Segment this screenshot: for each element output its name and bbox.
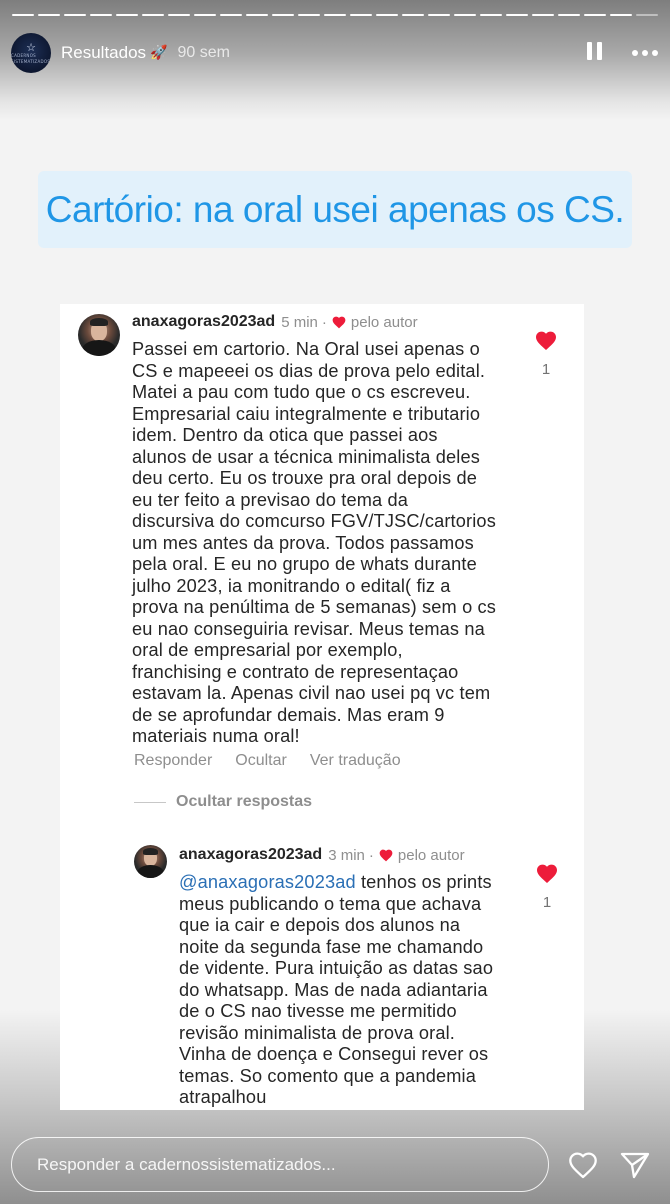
hide-replies[interactable]: Ocultar respostas: [134, 793, 312, 811]
progress-segment: [584, 14, 606, 16]
star-icon: ☆: [26, 40, 36, 54]
progress-segment: [194, 14, 216, 16]
story-header: ☆ CADERNOS SISTEMATIZADOS Resultados 🚀 9…: [11, 33, 659, 73]
progress-segment: [38, 14, 60, 16]
story-progress-bar: [12, 14, 658, 18]
heart-outline-icon[interactable]: [567, 1150, 599, 1180]
story-reply-input[interactable]: Responder a cadernossistematizados...: [11, 1137, 549, 1192]
author-label: pelo autor: [350, 313, 418, 331]
heart-icon[interactable]: [535, 862, 559, 884]
comment-username: anaxagoras2023ad: [132, 313, 276, 330]
progress-segment: [428, 14, 450, 16]
story-caption: Cartório: na oral usei apenas os CS.: [45, 188, 625, 230]
more-icon[interactable]: [629, 42, 661, 64]
reply-meta: anaxagoras2023ad 3 min · pelo autor: [179, 846, 465, 864]
progress-segment: [168, 14, 190, 16]
progress-segment: [116, 14, 138, 16]
profile-avatar[interactable]: ☆ CADERNOS SISTEMATIZADOS: [11, 33, 51, 73]
hide-replies-label: Ocultar respostas: [176, 793, 313, 810]
progress-segment: [480, 14, 502, 16]
comment-meta: anaxagoras2023ad 5 min · pelo autor: [132, 313, 418, 331]
rocket-icon: 🚀: [150, 45, 168, 61]
reply-time: 3 min: [328, 846, 365, 864]
reply-like[interactable]: 1: [532, 862, 562, 911]
translate-link[interactable]: Ver tradução: [310, 752, 401, 770]
story-time: 90 sem: [177, 44, 230, 61]
reply-text: @anaxagoras2023ad tenhos os prints meus …: [179, 872, 529, 1109]
comment-actions: Responder Ocultar Ver tradução: [134, 752, 424, 770]
progress-segment: [272, 14, 294, 16]
comment-like-count: 1: [541, 361, 551, 378]
progress-segment: [532, 14, 554, 16]
reply-like-count: 1: [542, 894, 552, 911]
reply-link[interactable]: Responder: [134, 752, 212, 770]
progress-segment: [454, 14, 476, 16]
progress-segment: [558, 14, 580, 16]
commenter-avatar: [78, 314, 120, 356]
author-heart-icon: [379, 849, 393, 862]
progress-segment: [90, 14, 112, 16]
comment-like[interactable]: 1: [531, 329, 561, 378]
send-icon[interactable]: [619, 1150, 651, 1180]
reply-username: anaxagoras2023ad: [179, 846, 323, 863]
pause-icon[interactable]: [583, 42, 605, 64]
reply-body: tenhos os prints meus publicando o tema …: [179, 872, 494, 1107]
author-heart-icon: [332, 316, 346, 329]
comment-time: 5 min: [281, 313, 318, 331]
comment-text: Passei em cartorio. Na Oral usei apenas …: [132, 339, 497, 746]
reply-placeholder: Responder a cadernossistematizados...: [37, 1154, 336, 1174]
progress-segment: [402, 14, 424, 16]
progress-segment: [220, 14, 242, 16]
separator-dot: ·: [368, 846, 374, 864]
progress-segment: [506, 14, 528, 16]
progress-segment: [64, 14, 86, 16]
heart-icon[interactable]: [534, 329, 558, 351]
progress-segment: [246, 14, 268, 16]
comment-screenshot-card: anaxagoras2023ad 5 min · pelo autor Pass…: [60, 304, 584, 1110]
progress-segment: [610, 14, 632, 16]
progress-segment: [636, 14, 658, 16]
progress-segment: [12, 14, 34, 16]
story-caption-box: Cartório: na oral usei apenas os CS.: [38, 171, 632, 248]
separator-dot: ·: [321, 313, 327, 331]
progress-segment: [298, 14, 320, 16]
author-label: pelo autor: [397, 846, 465, 864]
hide-link[interactable]: Ocultar: [235, 752, 287, 770]
progress-segment: [350, 14, 372, 16]
progress-segment: [142, 14, 164, 16]
avatar-logo-text: CADERNOS SISTEMATIZADOS: [11, 52, 51, 64]
divider-line: [134, 801, 166, 803]
progress-segment: [324, 14, 346, 16]
story-username[interactable]: Resultados: [61, 43, 146, 63]
progress-segment: [376, 14, 398, 16]
reply-avatar: [134, 845, 167, 878]
reply-mention[interactable]: @anaxagoras2023ad: [179, 872, 356, 892]
